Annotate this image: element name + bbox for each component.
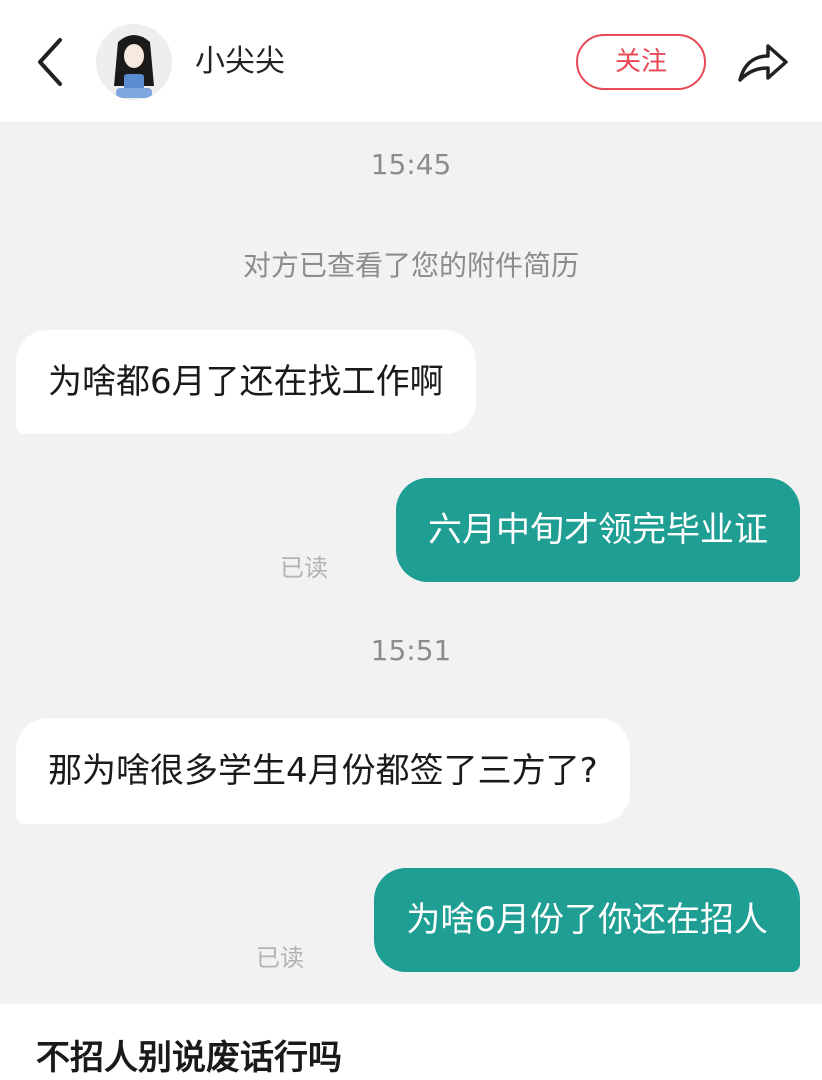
chat-area[interactable]: 15:45 对方已查看了您的附件简历 为啥都6月了还在找工作啊 六月中旬才领完毕… [0,122,822,1004]
message-text: 那为啥很多学生4月份都签了三方了? [48,751,598,791]
follow-button[interactable]: 关注 [576,34,706,90]
message-text: 六月中旬才领完毕业证 [428,510,768,550]
outgoing-message[interactable]: 为啥6月份了你还在招人 [374,868,800,972]
system-notice: 对方已查看了您的附件简历 [242,249,579,282]
contact-name: 小尖尖 [195,44,285,79]
chat-header: 小尖尖 关注 [0,0,822,122]
back-button[interactable] [30,34,74,90]
outgoing-message[interactable]: 六月中旬才领完毕业证 [396,478,800,582]
message-text: 为啥6月份了你还在招人 [406,900,768,940]
avatar[interactable] [96,24,172,100]
timestamp: 15:45 [370,148,452,181]
share-button[interactable] [734,36,790,88]
message-text: 为啥都6月了还在找工作啊 [48,362,444,402]
chevron-left-icon [38,38,62,86]
avatar-image [96,24,172,100]
read-status: 已读 [256,944,304,972]
read-status: 已读 [280,554,328,582]
timestamp: 15:51 [370,634,452,667]
incoming-message[interactable]: 那为啥很多学生4月份都签了三方了? [16,718,630,824]
share-icon [738,44,788,82]
incoming-message[interactable]: 为啥都6月了还在找工作啊 [16,330,476,434]
caption-text: 不招人别说废话行吗 [36,1038,342,1078]
